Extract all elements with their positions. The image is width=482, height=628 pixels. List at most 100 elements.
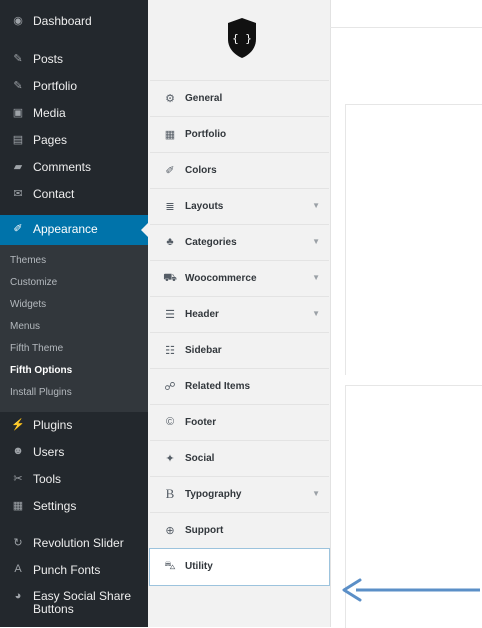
menu-item-label: Users <box>33 445 65 459</box>
menu-item-label: Dashboard <box>33 14 92 28</box>
menu-item-comments[interactable]: ▰ Comments <box>0 160 148 176</box>
twitter-icon: ✦ <box>165 453 175 465</box>
options-item-categories[interactable]: ♣ Categories ▼ <box>150 224 329 261</box>
options-item-label: General <box>185 93 223 104</box>
brush-icon: ✐ <box>13 223 23 235</box>
font-a-icon: A <box>14 563 22 575</box>
options-item-label: Portfolio <box>185 129 227 140</box>
chevron-down-icon: ▼ <box>312 201 320 210</box>
list-icon: ☷ <box>165 345 175 357</box>
menu-item-contact[interactable]: ✉ Contact <box>0 187 148 203</box>
submenu-item-install-plugins[interactable]: Install Plugins <box>10 387 72 398</box>
settings-icon: ▦ <box>12 500 24 512</box>
menu-item-users[interactable]: ☻ Users <box>0 445 148 461</box>
options-item-colors[interactable]: ✐ Colors <box>150 152 329 189</box>
truck-icon: ⛍ <box>164 560 176 572</box>
menu-item-plugins[interactable]: ⚡ Plugins <box>0 418 148 434</box>
submenu-item-widgets[interactable]: Widgets <box>10 299 46 310</box>
cart-icon: ⛟ <box>163 272 177 284</box>
options-item-label: Footer <box>185 417 217 428</box>
menu-item-label: Appearance <box>33 222 98 236</box>
menu-item-label: Pages <box>33 133 68 147</box>
logo-text: { } <box>232 32 252 45</box>
pages-icon: ▤ <box>12 134 24 146</box>
submenu-item-fifth-theme[interactable]: Fifth Theme <box>10 343 63 354</box>
menu-item-label: Settings <box>33 499 77 513</box>
menu-item-dashboard[interactable]: ◉ Dashboard <box>0 14 148 30</box>
options-item-support[interactable]: ⊕ Support <box>150 512 329 549</box>
menu-item-label: Media <box>33 106 66 120</box>
options-item-label: Typography <box>185 489 242 500</box>
options-item-woocommerce[interactable]: ⛟ Woocommerce ▼ <box>150 260 329 297</box>
pin-icon: ✎ <box>13 80 23 92</box>
menu-item-pages[interactable]: ▤ Pages <box>0 133 148 149</box>
menu-item-label: Punch Fonts <box>33 563 101 577</box>
options-item-general[interactable]: ⚙ General <box>150 80 329 117</box>
options-item-related-items[interactable]: ☍ Related Items <box>150 368 329 405</box>
submenu-item-themes[interactable]: Themes <box>10 255 46 266</box>
options-item-label: Sidebar <box>185 345 222 356</box>
menu-item-tools[interactable]: ✂ Tools <box>0 472 148 488</box>
plug-icon: ⚡ <box>11 419 25 431</box>
menu-item-appearance[interactable]: ✐ Appearance <box>0 222 148 238</box>
refresh-icon: ↻ <box>13 537 23 549</box>
chevron-down-icon: ▼ <box>312 273 320 282</box>
menu-item-label: Tools <box>33 472 62 486</box>
chevron-down-icon: ▼ <box>312 309 320 318</box>
options-item-label: Categories <box>185 237 237 248</box>
menu-item-label: Revolution Slider <box>33 536 124 550</box>
comments-icon: ▰ <box>13 161 23 173</box>
chevron-down-icon: ▼ <box>312 489 320 498</box>
menu-item-posts[interactable]: ✎ Posts <box>0 52 148 68</box>
options-item-label: Support <box>185 525 224 536</box>
options-item-label: Related Items <box>185 381 251 392</box>
align-icon: ≣ <box>165 201 175 213</box>
header-icon: ☰ <box>165 309 175 321</box>
options-item-social[interactable]: ✦ Social <box>150 440 329 477</box>
menu-item-portfolio[interactable]: ✎ Portfolio <box>0 79 148 95</box>
options-item-label: Social <box>185 453 215 464</box>
menu-item-label: Easy Social Share Buttons <box>33 589 132 616</box>
wrench-icon: ✂ <box>13 473 23 485</box>
menu-item-label: Posts <box>33 52 64 66</box>
options-item-sidebar[interactable]: ☷ Sidebar <box>150 332 329 369</box>
typography-icon: B <box>165 486 175 501</box>
grid-icon: ▦ <box>164 129 176 141</box>
media-icon: ▣ <box>12 107 24 119</box>
options-item-typography[interactable]: B Typography ▼ <box>150 476 329 513</box>
options-item-label: Header <box>185 309 219 320</box>
pin-icon: ✎ <box>13 53 23 65</box>
submenu-item-fifth-options[interactable]: Fifth Options <box>10 365 72 376</box>
menu-item-revolution-slider[interactable]: ↻ Revolution Slider <box>0 536 148 552</box>
chain-icon: ☍ <box>164 381 176 393</box>
menu-item-punch-fonts[interactable]: A Punch Fonts <box>0 563 148 579</box>
menu-item-label: Contact <box>33 187 75 201</box>
menu-item-label: Comments <box>33 160 92 174</box>
options-item-footer[interactable]: © Footer <box>150 404 329 441</box>
options-item-header[interactable]: ☰ Header ▼ <box>150 296 329 333</box>
content-panel <box>345 104 482 375</box>
options-item-layouts[interactable]: ≣ Layouts ▼ <box>150 188 329 225</box>
theme-logo: { } <box>228 18 256 58</box>
mail-icon: ✉ <box>13 188 23 200</box>
brush-icon: ✐ <box>165 165 175 177</box>
submenu-item-customize[interactable]: Customize <box>10 277 57 288</box>
menu-item-settings[interactable]: ▦ Settings <box>0 499 148 515</box>
menu-item-label: Plugins <box>33 418 73 432</box>
dashboard-icon: ◉ <box>13 15 23 27</box>
options-item-label: Woocommerce <box>185 273 257 284</box>
menu-item-label: Portfolio <box>33 79 78 93</box>
options-item-label: Utility <box>185 561 213 572</box>
options-item-portfolio[interactable]: ▦ Portfolio <box>150 116 329 153</box>
menu-item-easy-social-share[interactable]: ◕ Easy Social Share Buttons <box>0 590 148 622</box>
menu-item-media[interactable]: ▣ Media <box>0 106 148 122</box>
options-item-label: Colors <box>185 165 217 176</box>
share-icon: ◕ <box>14 590 22 602</box>
copyright-icon: © <box>165 416 175 428</box>
options-item-utility[interactable]: ⛍ Utility <box>149 548 330 586</box>
submenu-item-menus[interactable]: Menus <box>10 321 40 332</box>
lifebuoy-icon: ⊕ <box>165 525 175 537</box>
annotation-arrow <box>342 578 480 602</box>
sitemap-icon: ♣ <box>166 236 174 248</box>
chevron-down-icon: ▼ <box>312 237 320 246</box>
